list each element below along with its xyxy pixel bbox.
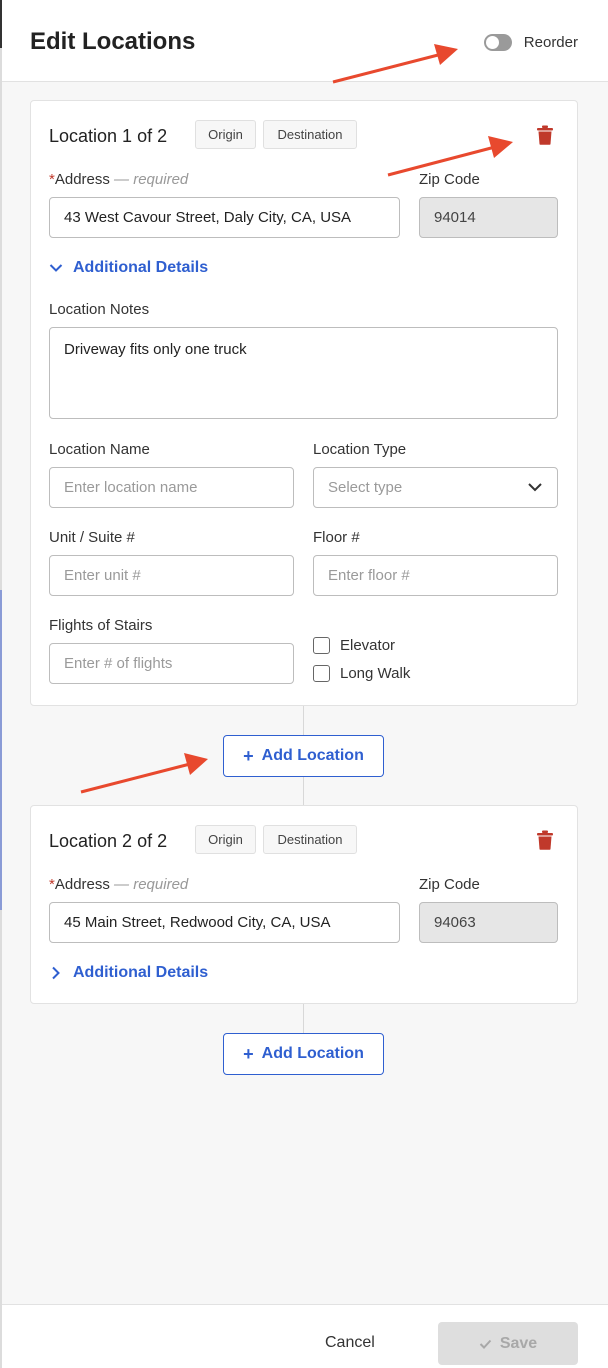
chevron-down-icon — [528, 483, 542, 492]
additional-details-label: Additional Details — [73, 964, 209, 981]
location-card-2: Location 2 of 2 Origin Destination *Addr… — [30, 805, 578, 1004]
address-input[interactable]: 45 Main Street, Redwood City, CA, USA — [49, 902, 400, 943]
long-walk-label: Long Walk — [340, 665, 411, 682]
location-type-placeholder: Select type — [328, 479, 403, 496]
address-input[interactable]: 43 West Cavour Street, Daly City, CA, US… — [49, 197, 400, 238]
elevator-label: Elevator — [340, 637, 396, 654]
add-location-button[interactable]: + Add Location — [223, 735, 384, 777]
annotation-arrow-icon — [80, 753, 208, 794]
unit-input[interactable]: Enter unit # — [49, 555, 294, 596]
location-card-1: Location 1 of 2 Origin Destination *Addr… — [30, 100, 578, 706]
connector-line — [303, 1004, 304, 1033]
address-label: *Address — required — [49, 876, 188, 893]
annotation-arrow-icon — [332, 44, 458, 84]
modal-footer: Cancel Save — [2, 1304, 608, 1368]
stairs-input[interactable]: Enter # of flights — [49, 643, 294, 684]
chevron-right-icon — [52, 966, 60, 980]
elevator-option[interactable]: Elevator — [313, 637, 395, 654]
address-label: *Address — required — [49, 171, 188, 188]
reorder-control[interactable]: Reorder — [483, 34, 578, 51]
add-location-label: Add Location — [261, 1045, 364, 1062]
location-title: Location 2 of 2 — [49, 831, 168, 851]
location-name-label: Location Name — [49, 441, 150, 458]
zip-input: 94063 — [419, 902, 558, 943]
destination-tag[interactable]: Destination — [263, 120, 357, 149]
add-location-button[interactable]: + Add Location — [223, 1033, 384, 1075]
destination-tag[interactable]: Destination — [263, 825, 357, 854]
locations-list: Location 1 of 2 Origin Destination *Addr… — [2, 82, 608, 1304]
location-type-label: Location Type — [313, 441, 407, 458]
reorder-toggle[interactable] — [483, 34, 512, 51]
modal-header: Edit Locations Reorder — [2, 0, 608, 82]
stairs-label: Flights of Stairs — [49, 617, 153, 634]
page-title: Edit Locations — [30, 28, 196, 55]
required-hint: — required — [114, 876, 189, 893]
long-walk-option[interactable]: Long Walk — [313, 665, 410, 682]
toggle-knob — [485, 36, 499, 49]
chevron-down-icon — [49, 264, 63, 272]
zip-input: 94014 — [419, 197, 558, 238]
notes-label: Location Notes — [49, 301, 150, 318]
address-label-text: Address — [54, 171, 110, 188]
floor-label: Floor # — [313, 529, 360, 546]
unit-label: Unit / Suite # — [49, 529, 135, 546]
additional-details-toggle[interactable]: Additional Details — [49, 259, 208, 277]
elevator-checkbox[interactable] — [313, 637, 330, 654]
annotation-arrow-icon — [387, 136, 513, 177]
additional-details-toggle[interactable]: Additional Details — [49, 964, 208, 982]
required-hint: — required — [114, 171, 189, 188]
save-label: Save — [499, 1334, 538, 1352]
check-icon — [479, 1339, 492, 1349]
location-name-input[interactable]: Enter location name — [49, 467, 294, 508]
save-button: Save — [438, 1322, 578, 1365]
location-title: Location 1 of 2 — [49, 126, 168, 146]
location-type-select[interactable]: Select type — [313, 467, 558, 508]
address-label-text: Address — [54, 876, 110, 893]
floor-input[interactable]: Enter floor # — [313, 555, 558, 596]
reorder-label: Reorder — [523, 34, 578, 51]
add-location-label: Add Location — [261, 747, 364, 764]
zip-label: Zip Code — [419, 876, 480, 893]
trash-icon[interactable] — [536, 125, 554, 145]
cancel-button[interactable]: Cancel — [325, 1334, 375, 1352]
plus-icon: + — [243, 745, 254, 766]
additional-details-label: Additional Details — [73, 259, 209, 276]
origin-tag[interactable]: Origin — [195, 825, 256, 854]
notes-textarea[interactable]: Driveway fits only one truck — [49, 327, 558, 419]
trash-icon[interactable] — [536, 830, 554, 850]
plus-icon: + — [243, 1043, 254, 1064]
long-walk-checkbox[interactable] — [313, 665, 330, 682]
origin-tag[interactable]: Origin — [195, 120, 256, 149]
